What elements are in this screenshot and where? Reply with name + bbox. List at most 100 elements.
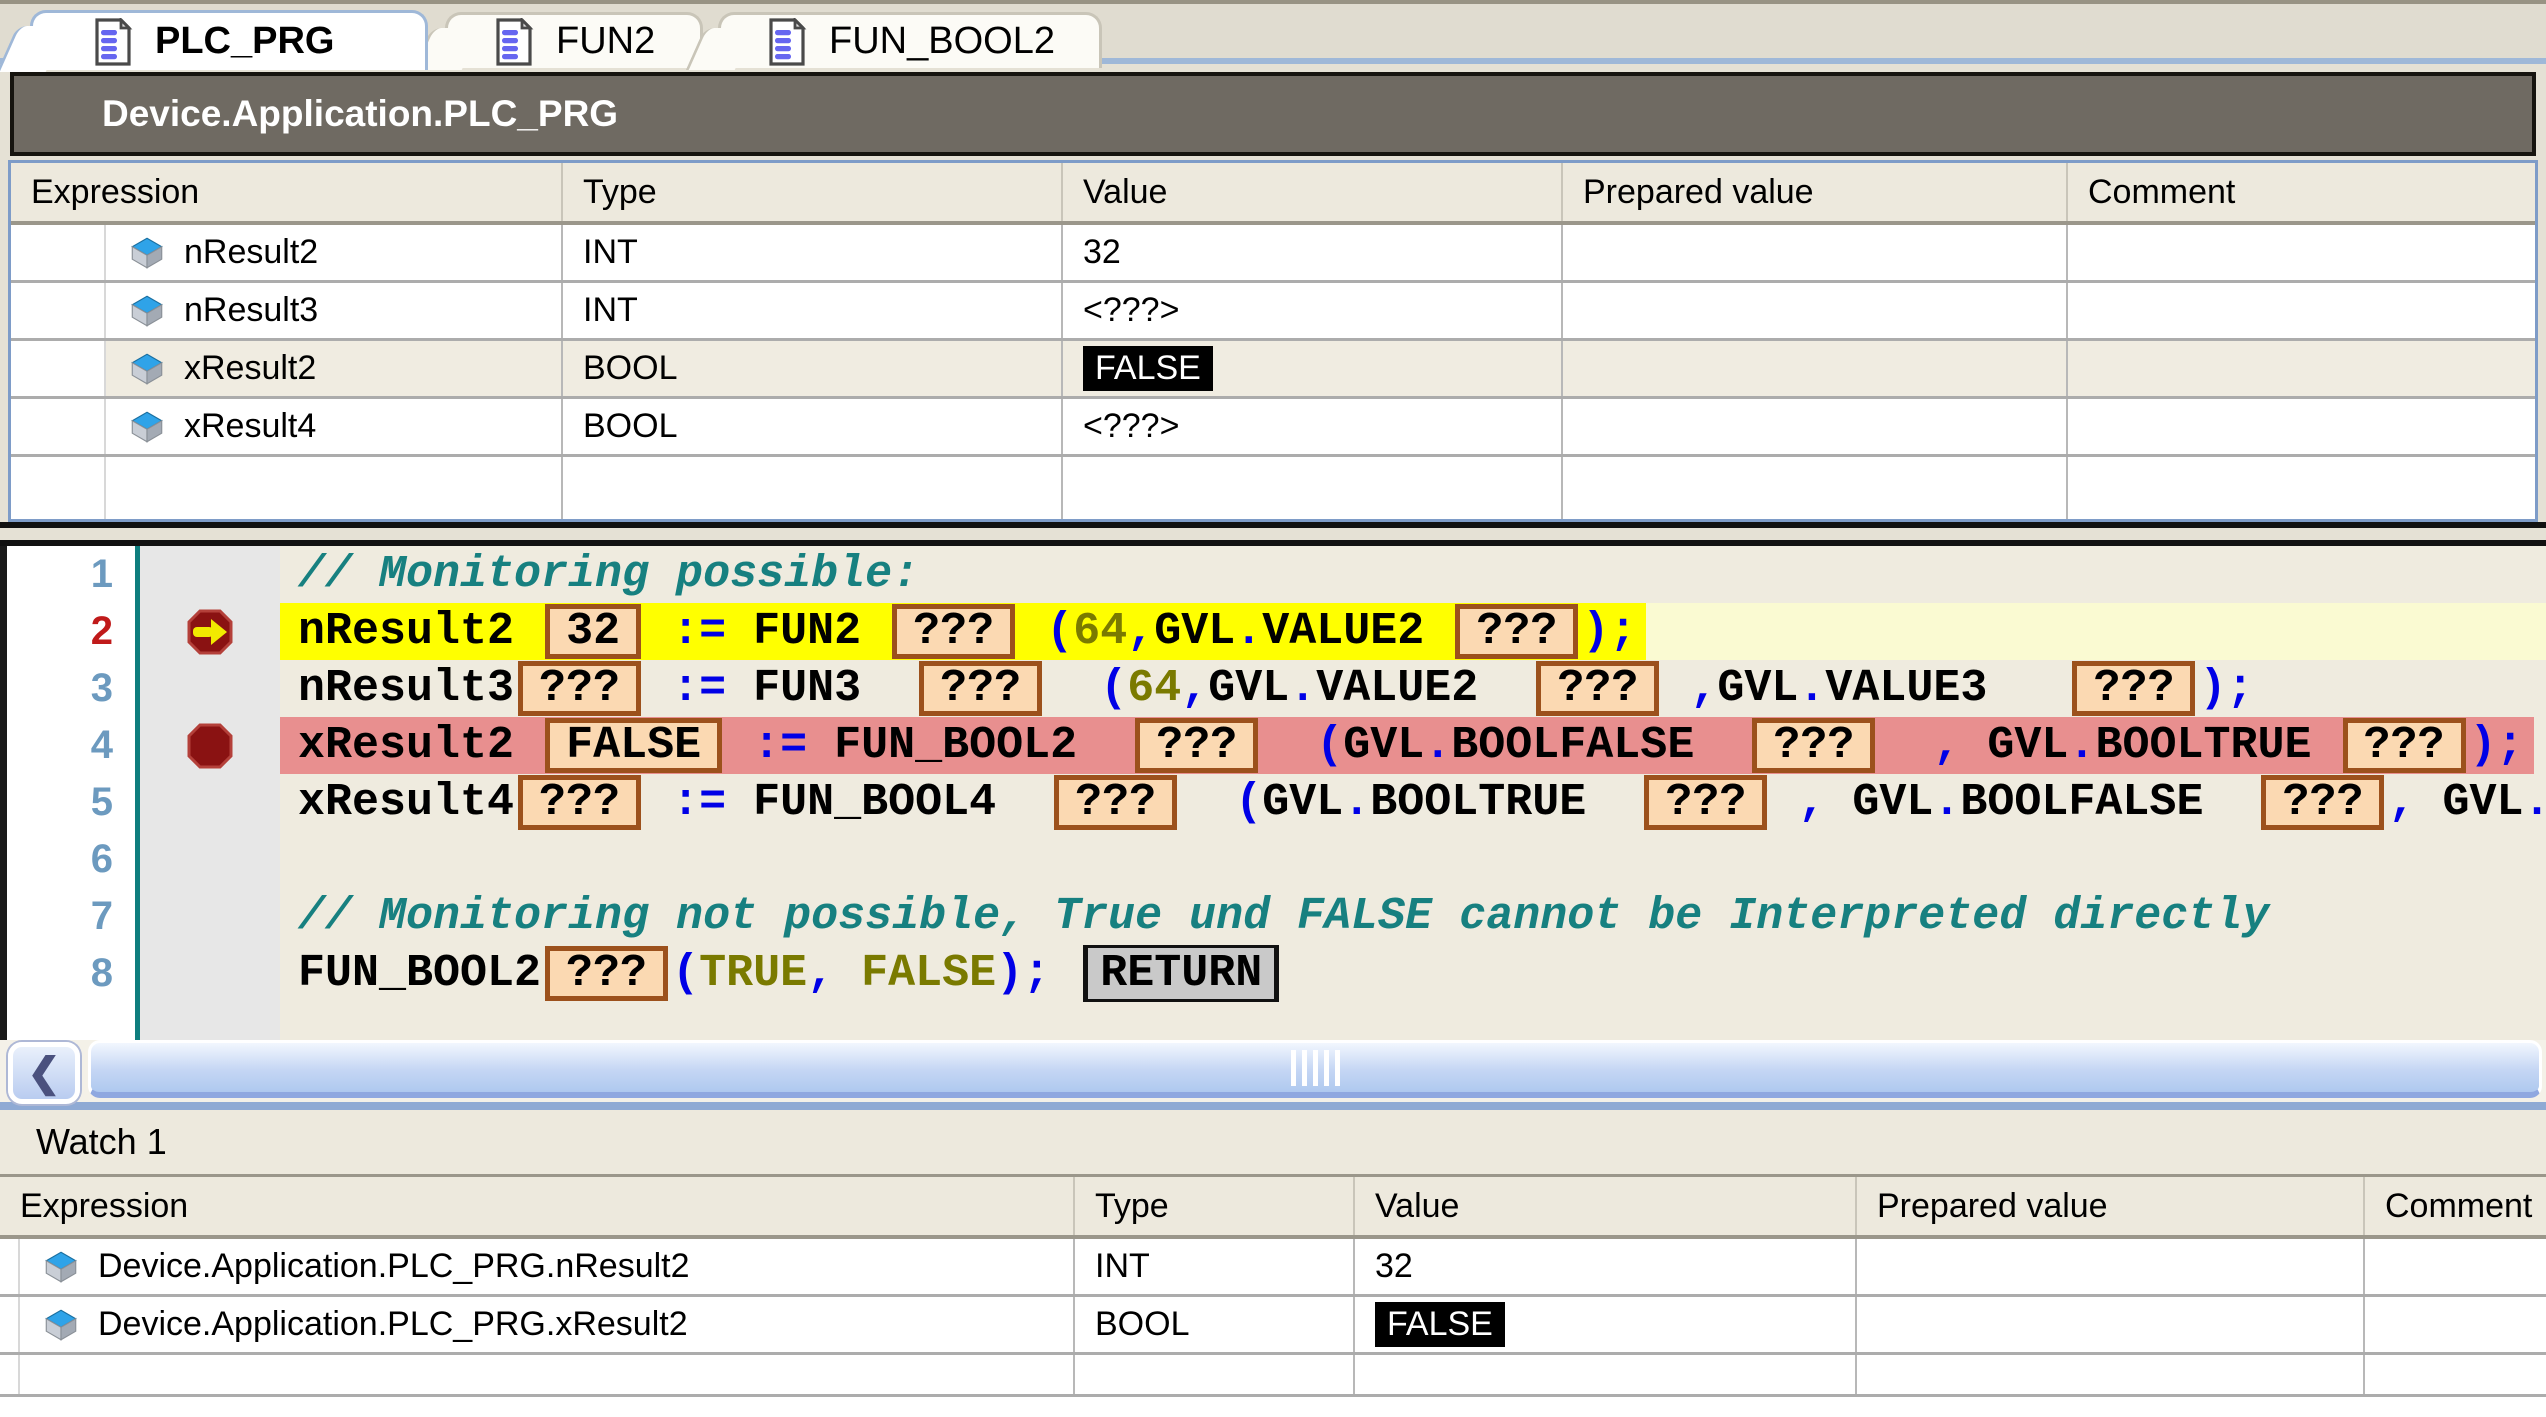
row-margin[interactable] (11, 341, 106, 396)
table-cell[interactable] (2068, 341, 2535, 396)
table-row-xResult4[interactable]: xResult4BOOL<???> (11, 399, 2535, 457)
table-cell[interactable]: nResult3 (106, 283, 563, 338)
breakpoint-gutter[interactable] (140, 888, 280, 945)
scroll-left-button[interactable]: ❮ (8, 1042, 80, 1104)
watch-column-header-value[interactable]: Value (1355, 1177, 1857, 1235)
inline-monitoring-box[interactable]: ??? (892, 604, 1015, 659)
code-line-6[interactable]: 6 (7, 831, 2546, 888)
table-cell[interactable]: 32 (1063, 225, 1563, 280)
table-cell[interactable] (1563, 341, 2068, 396)
code-text[interactable] (280, 831, 2546, 888)
row-margin[interactable] (11, 283, 106, 338)
inline-monitoring-box[interactable]: ??? (1536, 661, 1659, 716)
table-cell[interactable] (2365, 1355, 2546, 1394)
breakpoint-gutter[interactable] (140, 717, 280, 774)
table-cell[interactable] (2068, 225, 2535, 280)
breakpoint-gutter[interactable] (140, 831, 280, 888)
breakpoint-gutter[interactable] (140, 660, 280, 717)
inline-monitoring-box[interactable]: ??? (1135, 718, 1258, 773)
pane-splitter[interactable] (0, 522, 2546, 546)
table-cell[interactable]: BOOL (1075, 1297, 1355, 1352)
table-cell[interactable] (1857, 1239, 2365, 1294)
code-line-5[interactable]: 5xResult4??? := FUN_BOOL4 ??? (GVL.BOOLT… (7, 774, 2546, 831)
inline-monitoring-box[interactable]: ??? (518, 775, 641, 830)
table-cell[interactable]: FALSE (1355, 1297, 1857, 1352)
code-text[interactable]: nResult2 32 := FUN2 ??? (64,GVL.VALUE2 ?… (280, 603, 2546, 660)
empty-table-row[interactable] (0, 1355, 2546, 1397)
row-margin[interactable] (0, 1239, 20, 1294)
inline-monitoring-box[interactable]: ??? (1752, 718, 1875, 773)
inline-monitoring-box[interactable]: ??? (1054, 775, 1177, 830)
inline-monitoring-box[interactable]: ??? (2261, 775, 2384, 830)
column-header-prepared-value[interactable]: Prepared value (1563, 163, 2068, 221)
table-cell[interactable]: 32 (1355, 1239, 1857, 1294)
table-cell[interactable] (1563, 283, 2068, 338)
table-cell[interactable]: <???> (1063, 283, 1563, 338)
table-cell[interactable]: INT (563, 225, 1063, 280)
inline-monitoring-box[interactable]: ??? (2343, 718, 2466, 773)
empty-table-row[interactable] (11, 457, 2535, 519)
breakpoint-gutter[interactable] (140, 1002, 280, 1040)
code-line-2[interactable]: 2 nResult2 32 := FUN2 ??? (64,GVL.VALUE2… (7, 603, 2546, 660)
table-cell[interactable] (1563, 457, 2068, 519)
scrollbar-thumb[interactable] (88, 1040, 2542, 1098)
table-cell[interactable]: Device.Application.PLC_PRG.nResult2 (20, 1239, 1075, 1294)
table-cell[interactable]: BOOL (563, 399, 1063, 454)
code-line-4[interactable]: 4 xResult2 FALSE := FUN_BOOL2 ??? (GVL.B… (7, 717, 2546, 774)
code-text[interactable]: nResult3??? := FUN3 ??? (64,GVL.VALUE2 ?… (280, 660, 2546, 717)
tab-fun2[interactable]: FUN2 (445, 12, 703, 68)
code-text[interactable]: xResult2 FALSE := FUN_BOOL2 ??? (GVL.BOO… (280, 717, 2546, 774)
table-cell[interactable]: xResult2 (106, 341, 563, 396)
inline-monitoring-box[interactable]: ??? (2072, 661, 2195, 716)
inline-monitoring-box[interactable]: ??? (518, 661, 641, 716)
watch-column-header-expression[interactable]: Expression (0, 1177, 1075, 1235)
breakpoint-gutter[interactable] (140, 945, 280, 1002)
row-margin[interactable] (11, 225, 106, 280)
table-cell[interactable]: FALSE (1063, 341, 1563, 396)
table-row-xResult2[interactable]: xResult2BOOLFALSE (11, 341, 2535, 399)
watch-table-row-xResult2[interactable]: Device.Application.PLC_PRG.xResult2BOOLF… (0, 1297, 2546, 1355)
inline-monitoring-box[interactable]: 32 (545, 604, 641, 659)
code-text[interactable]: FUN_BOOL2???(TRUE, FALSE); RETURN (280, 945, 2546, 1002)
watch-column-header-type[interactable]: Type (1075, 1177, 1355, 1235)
column-header-value[interactable]: Value (1063, 163, 1563, 221)
watch-column-header-prepared-value[interactable]: Prepared value (1857, 1177, 2365, 1235)
table-cell[interactable]: xResult4 (106, 399, 563, 454)
tab-plc_prg[interactable]: PLC_PRG (30, 10, 428, 70)
code-line-7[interactable]: 7// Monitoring not possible, True und FA… (7, 888, 2546, 945)
column-header-comment[interactable]: Comment (2068, 163, 2535, 221)
code-text[interactable]: xResult4??? := FUN_BOOL4 ??? (GVL.BOOLTR… (280, 774, 2546, 831)
code-text[interactable]: // Monitoring not possible, True und FAL… (280, 888, 2546, 945)
column-header-expression[interactable]: Expression (11, 163, 563, 221)
table-cell[interactable] (2365, 1297, 2546, 1352)
table-cell[interactable] (2068, 457, 2535, 519)
inline-monitoring-box[interactable]: ??? (1455, 604, 1578, 659)
code-editor[interactable]: 1// Monitoring possible:2 nResult2 32 :=… (0, 546, 2546, 1040)
tab-fun_bool2[interactable]: FUN_BOOL2 (718, 12, 1102, 68)
code-line-3[interactable]: 3nResult3??? := FUN3 ??? (64,GVL.VALUE2 … (7, 660, 2546, 717)
table-cell[interactable] (1063, 457, 1563, 519)
breakpoint-gutter[interactable] (140, 774, 280, 831)
table-cell[interactable]: BOOL (563, 341, 1063, 396)
table-cell[interactable]: INT (1075, 1239, 1355, 1294)
table-cell[interactable] (2365, 1239, 2546, 1294)
table-cell[interactable]: nResult2 (106, 225, 563, 280)
inline-monitoring-box[interactable]: ??? (919, 661, 1042, 716)
table-cell[interactable] (106, 457, 563, 519)
code-line-8[interactable]: 8FUN_BOOL2???(TRUE, FALSE); RETURN (7, 945, 2546, 1002)
table-cell[interactable] (2068, 283, 2535, 338)
watch-column-header-comment[interactable]: Comment (2365, 1177, 2546, 1235)
row-margin[interactable] (11, 399, 106, 454)
watch-table-row-nResult2[interactable]: Device.Application.PLC_PRG.nResult2INT32 (0, 1239, 2546, 1297)
table-cell[interactable]: Device.Application.PLC_PRG.xResult2 (20, 1297, 1075, 1352)
table-cell[interactable]: <???> (1063, 399, 1563, 454)
breakpoint-gutter[interactable] (140, 603, 280, 660)
column-header-type[interactable]: Type (563, 163, 1063, 221)
table-cell[interactable] (1355, 1355, 1857, 1394)
breakpoint-gutter[interactable] (140, 546, 280, 603)
inline-monitoring-box[interactable]: ??? (1644, 775, 1767, 830)
row-margin[interactable] (0, 1297, 20, 1352)
table-cell[interactable] (1563, 399, 2068, 454)
code-line-1[interactable]: 1// Monitoring possible: (7, 546, 2546, 603)
table-row-nResult3[interactable]: nResult3INT<???> (11, 283, 2535, 341)
